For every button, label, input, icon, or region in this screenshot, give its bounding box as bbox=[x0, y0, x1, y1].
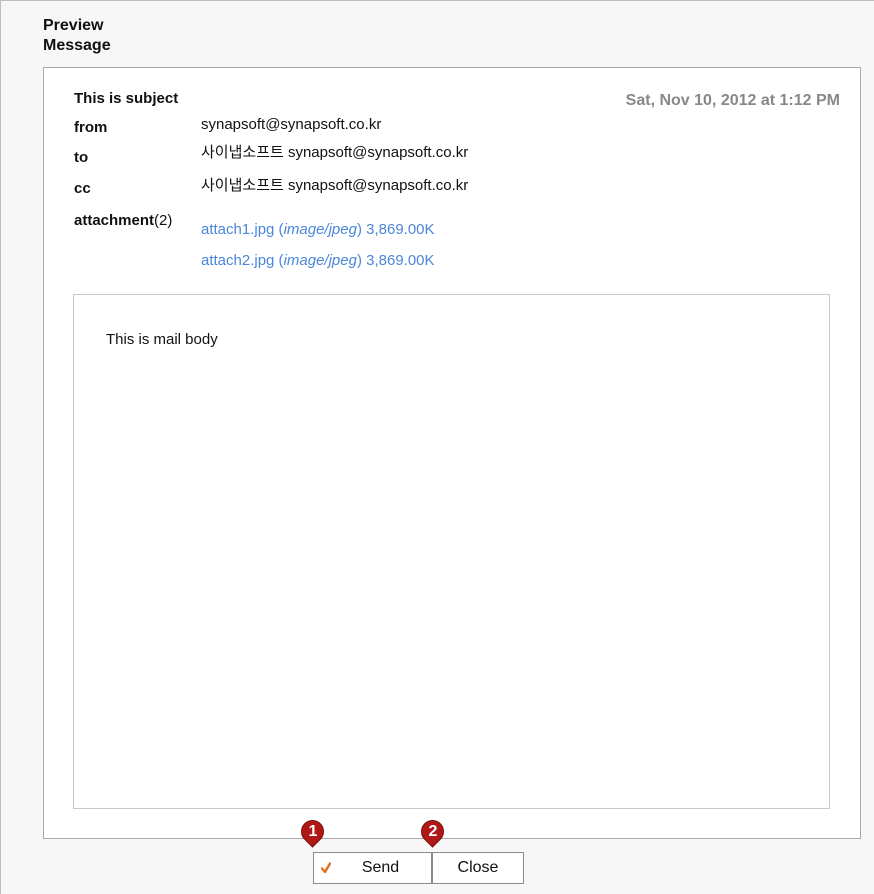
close-button-label: Close bbox=[457, 859, 499, 876]
message-body-text: This is mail body bbox=[106, 331, 218, 348]
attachment-type-open: ( bbox=[274, 252, 284, 269]
attachment-type-close: ) bbox=[356, 252, 362, 269]
attachment-count: (2) bbox=[154, 212, 173, 229]
message-subject: This is subject bbox=[74, 90, 179, 107]
send-button[interactable]: Send bbox=[313, 852, 432, 884]
attachment-link-2[interactable]: attach2.jpg (image/jpeg) 3,869.00K bbox=[201, 252, 435, 269]
cc-value: 사이냅소프트 synapsoft@synapsoft.co.kr bbox=[201, 177, 469, 194]
callout-number-1: 1 bbox=[308, 823, 318, 840]
attachment-size: 3,869.00K bbox=[366, 221, 435, 238]
attachment-mime-type: image/jpeg bbox=[283, 252, 357, 269]
attachment-type-close: ) bbox=[356, 221, 362, 238]
attachment-label: attachment(2) bbox=[74, 212, 172, 229]
attachment-size: 3,869.00K bbox=[366, 252, 435, 269]
message-preview-panel: This is subject Sat, Nov 10, 2012 at 1:1… bbox=[43, 67, 861, 839]
to-value: 사이냅소프트 synapsoft@synapsoft.co.kr bbox=[201, 144, 469, 161]
to-label: to bbox=[74, 149, 89, 166]
callout-marker-2: 2 bbox=[416, 815, 449, 854]
send-button-label: Send bbox=[361, 859, 400, 876]
preview-window: Preview Message This is subject Sat, Nov… bbox=[0, 0, 874, 894]
message-date: Sat, Nov 10, 2012 at 1:12 PM bbox=[625, 92, 840, 109]
attachment-mime-type: image/jpeg bbox=[283, 221, 357, 238]
window-title-line-2: Message bbox=[43, 37, 111, 54]
attachment-label-text: attachment bbox=[74, 212, 155, 229]
attachment-file-name: attach2.jpg bbox=[201, 252, 275, 269]
attachment-file-name: attach1.jpg bbox=[201, 221, 275, 238]
window-title-line-1: Preview bbox=[43, 17, 104, 34]
close-button[interactable]: Close bbox=[432, 852, 524, 884]
attachment-link-1[interactable]: attach1.jpg (image/jpeg) 3,869.00K bbox=[201, 221, 435, 238]
attachment-type-open: ( bbox=[274, 221, 284, 238]
callout-number-2: 2 bbox=[428, 823, 438, 840]
message-body-box: This is mail body bbox=[73, 294, 830, 809]
from-label: from bbox=[74, 119, 108, 136]
callout-marker-1: 1 bbox=[296, 815, 329, 854]
dialog-button-group: Send Close bbox=[313, 852, 533, 886]
window-title: Preview Message bbox=[43, 16, 243, 56]
check-icon bbox=[321, 862, 331, 874]
cc-label: cc bbox=[74, 180, 91, 197]
from-value: synapsoft@synapsoft.co.kr bbox=[201, 116, 382, 133]
